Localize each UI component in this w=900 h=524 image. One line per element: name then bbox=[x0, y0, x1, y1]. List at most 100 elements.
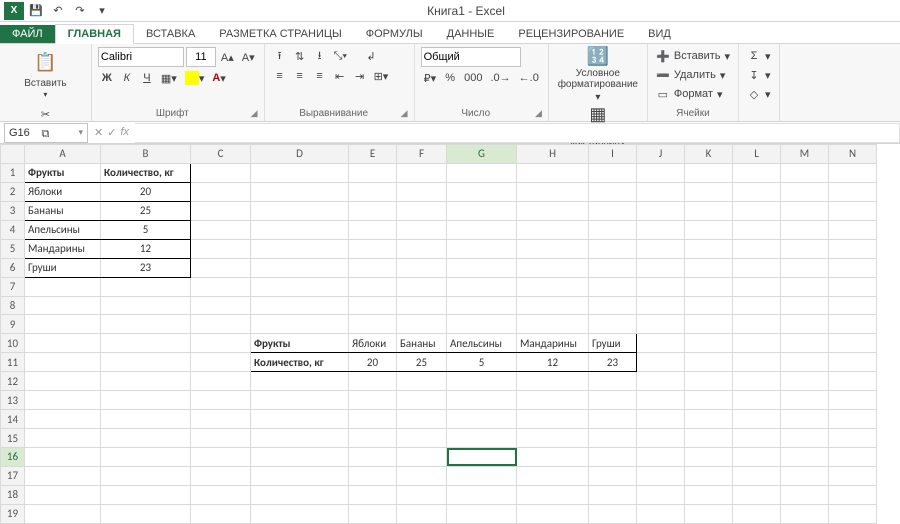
decrease-decimal-button[interactable]: ←.0 bbox=[516, 69, 542, 87]
cell-L5[interactable] bbox=[733, 239, 781, 258]
column-header-J[interactable]: J bbox=[637, 145, 685, 164]
cell-F16[interactable] bbox=[397, 448, 447, 467]
cell-K5[interactable] bbox=[685, 239, 733, 258]
cell-B4[interactable]: 5 bbox=[101, 220, 191, 239]
cell-B17[interactable] bbox=[101, 466, 191, 485]
cell-L11[interactable] bbox=[733, 353, 781, 372]
cell-F11[interactable]: 25 bbox=[397, 353, 447, 372]
cell-D2[interactable] bbox=[251, 182, 349, 201]
cell-B14[interactable] bbox=[101, 410, 191, 429]
cell-E2[interactable] bbox=[349, 182, 397, 201]
cell-B5[interactable]: 12 bbox=[101, 239, 191, 258]
column-header-F[interactable]: F bbox=[397, 145, 447, 164]
cell-D15[interactable] bbox=[251, 429, 349, 448]
cell-J13[interactable] bbox=[637, 391, 685, 410]
cell-N16[interactable] bbox=[829, 448, 877, 467]
cell-E6[interactable] bbox=[349, 258, 397, 277]
cell-C19[interactable] bbox=[191, 504, 251, 523]
cell-C14[interactable] bbox=[191, 410, 251, 429]
cell-E1[interactable] bbox=[349, 163, 397, 182]
cell-K11[interactable] bbox=[685, 353, 733, 372]
cell-G16[interactable] bbox=[447, 448, 517, 467]
cell-N19[interactable] bbox=[829, 504, 877, 523]
cell-H14[interactable] bbox=[517, 410, 589, 429]
cell-L3[interactable] bbox=[733, 201, 781, 220]
format-cells-button[interactable]: ▭Формат ▾ bbox=[654, 85, 732, 103]
number-format-combo[interactable] bbox=[421, 47, 521, 67]
cell-I10[interactable]: Груши bbox=[589, 334, 637, 353]
cell-J12[interactable] bbox=[637, 372, 685, 391]
cell-F1[interactable] bbox=[397, 163, 447, 182]
cell-G9[interactable] bbox=[447, 315, 517, 334]
cell-M16[interactable] bbox=[781, 448, 829, 467]
cell-C1[interactable] bbox=[191, 163, 251, 182]
cell-N13[interactable] bbox=[829, 391, 877, 410]
cell-J19[interactable] bbox=[637, 504, 685, 523]
cell-C10[interactable] bbox=[191, 334, 251, 353]
cell-A13[interactable] bbox=[25, 391, 101, 410]
redo-button[interactable]: ↷ bbox=[70, 2, 90, 20]
fx-button[interactable]: fx bbox=[120, 126, 129, 139]
delete-cells-button[interactable]: ➖Удалить ▾ bbox=[654, 66, 732, 84]
cell-N6[interactable] bbox=[829, 258, 877, 277]
cell-L8[interactable] bbox=[733, 296, 781, 315]
cell-K13[interactable] bbox=[685, 391, 733, 410]
cell-J15[interactable] bbox=[637, 429, 685, 448]
cell-K1[interactable] bbox=[685, 163, 733, 182]
cell-N2[interactable] bbox=[829, 182, 877, 201]
cell-H2[interactable] bbox=[517, 182, 589, 201]
bold-button[interactable]: Ж bbox=[98, 69, 116, 87]
cell-F18[interactable] bbox=[397, 485, 447, 504]
cell-C2[interactable] bbox=[191, 182, 251, 201]
cell-B18[interactable] bbox=[101, 485, 191, 504]
row-header-11[interactable]: 11 bbox=[1, 353, 25, 372]
cell-H18[interactable] bbox=[517, 485, 589, 504]
increase-decimal-button[interactable]: .0→ bbox=[487, 69, 513, 87]
cell-E17[interactable] bbox=[349, 466, 397, 485]
cell-F8[interactable] bbox=[397, 296, 447, 315]
column-header-G[interactable]: G bbox=[447, 145, 517, 164]
cell-K2[interactable] bbox=[685, 182, 733, 201]
cell-K12[interactable] bbox=[685, 372, 733, 391]
cell-H11[interactable]: 12 bbox=[517, 353, 589, 372]
cell-E14[interactable] bbox=[349, 410, 397, 429]
cell-A18[interactable] bbox=[25, 485, 101, 504]
cell-E9[interactable] bbox=[349, 315, 397, 334]
row-header-9[interactable]: 9 bbox=[1, 315, 25, 334]
cell-M13[interactable] bbox=[781, 391, 829, 410]
cell-E10[interactable]: Яблоки bbox=[349, 334, 397, 353]
cell-G14[interactable] bbox=[447, 410, 517, 429]
column-header-L[interactable]: L bbox=[733, 145, 781, 164]
cell-H17[interactable] bbox=[517, 466, 589, 485]
cell-D14[interactable] bbox=[251, 410, 349, 429]
tab-home[interactable]: ГЛАВНАЯ bbox=[55, 24, 134, 44]
cell-H15[interactable] bbox=[517, 429, 589, 448]
cell-A16[interactable] bbox=[25, 448, 101, 467]
decrease-font-button[interactable]: A▾ bbox=[239, 48, 258, 66]
number-dialog-launcher[interactable]: ◢ bbox=[535, 108, 542, 119]
row-header-15[interactable]: 15 bbox=[1, 429, 25, 448]
cell-L7[interactable] bbox=[733, 277, 781, 296]
cell-A8[interactable] bbox=[25, 296, 101, 315]
cell-H13[interactable] bbox=[517, 391, 589, 410]
column-header-M[interactable]: M bbox=[781, 145, 829, 164]
cell-J10[interactable] bbox=[637, 334, 685, 353]
cell-M5[interactable] bbox=[781, 239, 829, 258]
cell-E13[interactable] bbox=[349, 391, 397, 410]
fill-button[interactable]: ↧▾ bbox=[745, 66, 773, 84]
font-name-combo[interactable] bbox=[98, 47, 184, 67]
cell-B9[interactable] bbox=[101, 315, 191, 334]
cell-F13[interactable] bbox=[397, 391, 447, 410]
column-header-D[interactable]: D bbox=[251, 145, 349, 164]
cell-G1[interactable] bbox=[447, 163, 517, 182]
cell-M7[interactable] bbox=[781, 277, 829, 296]
cell-D19[interactable] bbox=[251, 504, 349, 523]
cell-C9[interactable] bbox=[191, 315, 251, 334]
cell-F10[interactable]: Бананы bbox=[397, 334, 447, 353]
cell-I12[interactable] bbox=[589, 372, 637, 391]
cell-C16[interactable] bbox=[191, 448, 251, 467]
cell-J8[interactable] bbox=[637, 296, 685, 315]
cell-I8[interactable] bbox=[589, 296, 637, 315]
decrease-indent-button[interactable]: ⇤ bbox=[331, 67, 349, 85]
cell-A19[interactable] bbox=[25, 504, 101, 523]
